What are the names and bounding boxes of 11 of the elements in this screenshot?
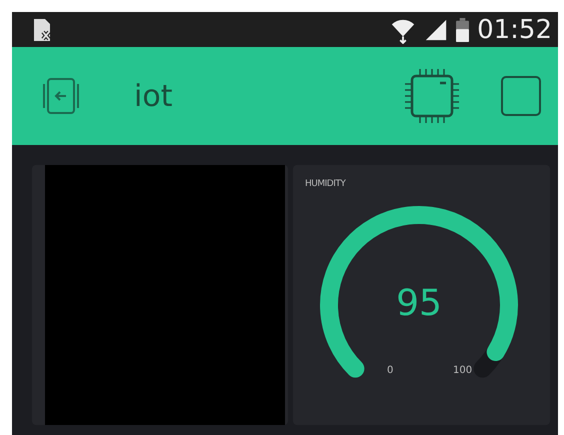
project-title: iot [134,78,172,114]
stop-icon[interactable] [500,75,542,117]
chip-icon[interactable] [404,68,460,124]
sim-card-icon [32,18,52,42]
gauge-min: 0 [387,365,394,376]
battery-icon [456,18,470,42]
clock-time: 01:52 [477,14,552,44]
signal-icon [424,18,448,42]
gauge-label: HUMIDITY [305,179,346,189]
gauge-max: 100 [453,365,472,376]
gauge-value: 95 [395,283,443,324]
